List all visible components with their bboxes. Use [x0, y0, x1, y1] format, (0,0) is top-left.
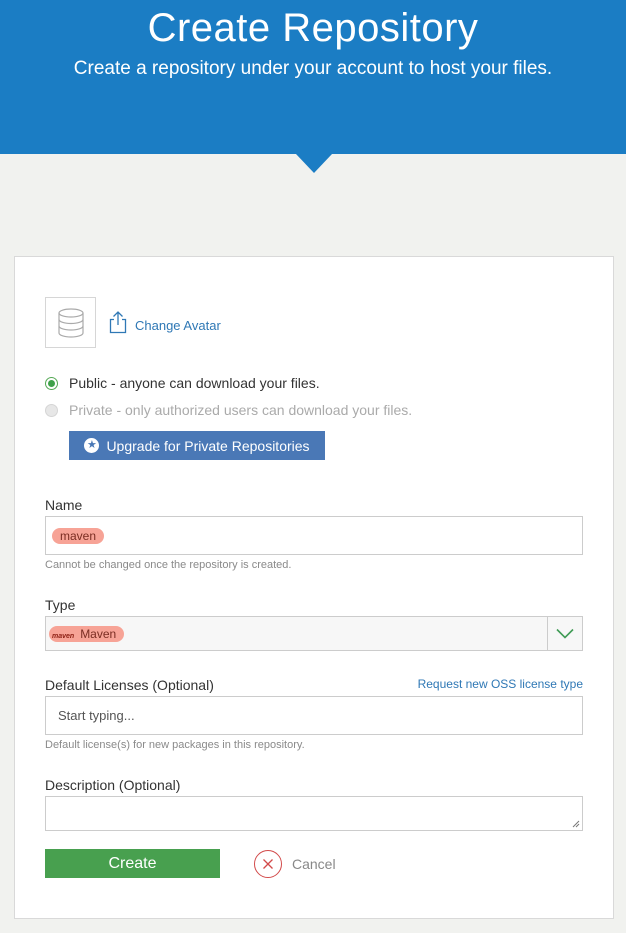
licenses-label: Default Licenses (Optional): [45, 677, 214, 693]
repository-avatar: [45, 297, 96, 348]
type-dropdown-toggle[interactable]: [547, 617, 582, 650]
name-input[interactable]: maven: [45, 516, 583, 555]
type-select[interactable]: maven Maven: [45, 616, 583, 651]
page-subtitle: Create a repository under your account t…: [73, 58, 553, 79]
type-value-tag: maven Maven: [49, 626, 125, 642]
page-header: Create Repository Create a repository un…: [0, 0, 626, 154]
change-avatar-link[interactable]: Change Avatar: [135, 318, 221, 333]
header-pointer: [296, 154, 332, 173]
name-help: Cannot be changed once the repository is…: [45, 559, 292, 571]
name-label: Name: [45, 497, 83, 513]
licenses-help: Default license(s) for new packages in t…: [45, 739, 305, 751]
request-license-link[interactable]: Request new OSS license type: [418, 677, 583, 691]
private-radio: [45, 403, 58, 417]
upgrade-button-label: Upgrade for Private Repositories: [106, 437, 310, 454]
upgrade-button[interactable]: ★ Upgrade for Private Repositories: [69, 431, 325, 460]
public-option[interactable]: Public - anyone can download your files.: [45, 375, 320, 391]
cancel-label: Cancel: [292, 856, 336, 872]
public-option-label: Public - anyone can download your files.: [69, 375, 320, 391]
description-textarea[interactable]: [45, 796, 583, 831]
database-icon: [57, 307, 84, 338]
licenses-placeholder: Start typing...: [58, 708, 135, 723]
create-button[interactable]: Create: [45, 849, 220, 878]
star-icon: ★: [84, 438, 100, 453]
cancel-button[interactable]: Cancel: [254, 850, 336, 878]
resize-grip-icon[interactable]: [572, 820, 580, 828]
maven-icon: maven: [52, 633, 75, 640]
public-radio[interactable]: [45, 376, 58, 390]
close-icon[interactable]: [254, 850, 282, 878]
licenses-input[interactable]: Start typing...: [45, 696, 583, 735]
name-value-tag: maven: [52, 528, 105, 544]
page-title: Create Repository: [147, 6, 479, 50]
private-option-label: Private - only authorized users can down…: [69, 402, 413, 418]
private-option: Private - only authorized users can down…: [45, 402, 412, 418]
chevron-down-icon: [556, 628, 574, 639]
type-value: Maven: [80, 627, 117, 641]
create-repository-form: Change Avatar Public - anyone can downlo…: [14, 256, 614, 919]
description-label: Description (Optional): [45, 777, 181, 793]
type-label: Type: [45, 597, 76, 613]
upload-icon[interactable]: [109, 310, 127, 334]
